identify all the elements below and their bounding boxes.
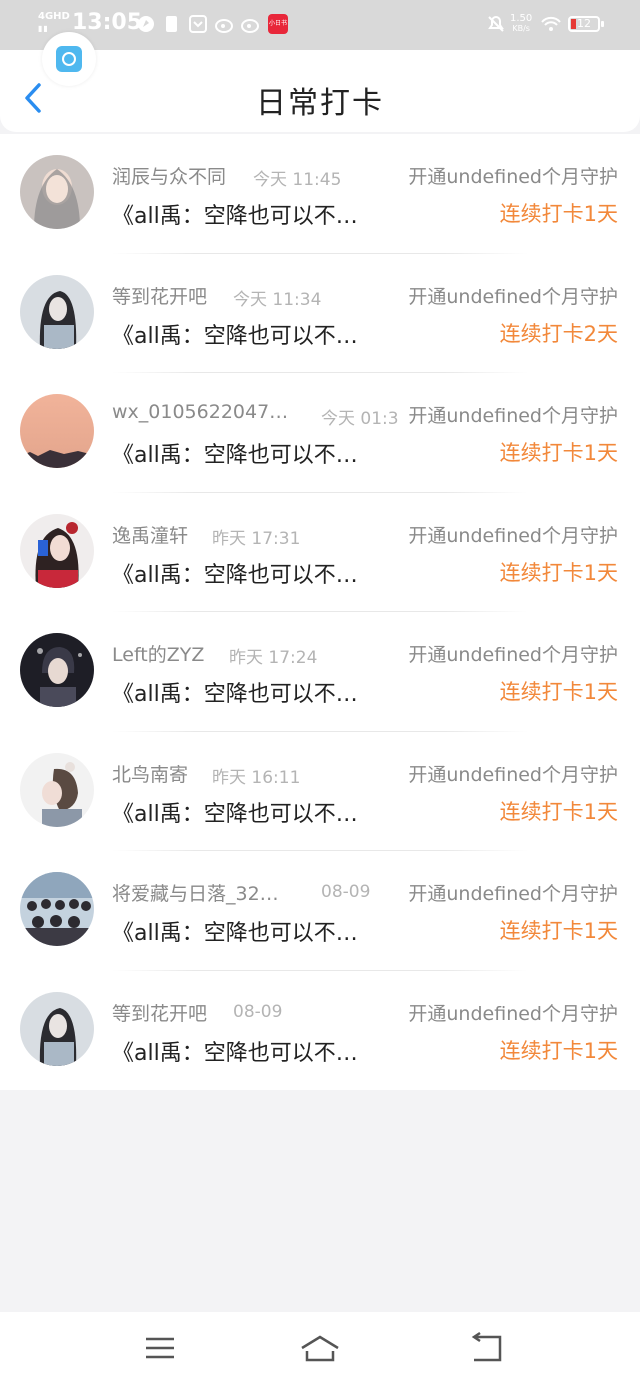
page-title: 日常打卡	[256, 86, 384, 121]
guard-status: 开通undefined个月守护	[408, 883, 618, 905]
home-icon	[301, 1335, 339, 1362]
xiaohongshu-icon: 小日书	[268, 14, 288, 34]
message-preview: 《all禹：空降也可以不…	[112, 204, 358, 229]
speed-value: 1.50	[510, 13, 533, 24]
checkin-time: 08-09	[233, 1001, 283, 1022]
avatar[interactable]	[20, 991, 94, 1066]
weibo-icon	[214, 14, 234, 34]
header-bar: 日常打卡	[0, 50, 640, 132]
home-button[interactable]	[300, 1330, 340, 1366]
message-preview: 《all禹：空降也可以不…	[112, 443, 358, 468]
list-item[interactable]: 润辰与众不同 今天 11:45 开通undefined个月守护 《all禹：空降…	[0, 134, 640, 254]
avatar[interactable]	[20, 633, 94, 707]
menu-button[interactable]	[140, 1330, 180, 1366]
list-item[interactable]: 北鸟南寄 昨天 16:11 开通undefined个月守护 《all禹：空降也可…	[0, 732, 640, 851]
list-item[interactable]: 将爱藏与日落_32… 08-09 开通undefined个月守护 《all禹：空…	[0, 851, 640, 971]
back-arrow-icon	[471, 1331, 502, 1362]
message-preview: 《all禹：空降也可以不…	[112, 323, 358, 349]
streak-label: 连续打卡1天	[499, 680, 618, 704]
checkin-list: 润辰与众不同 今天 11:45 开通undefined个月守护 《all禹：空降…	[0, 134, 640, 1090]
avatar[interactable]	[20, 155, 94, 229]
battery-icon: 12	[568, 16, 604, 32]
app-notify-icon	[188, 14, 208, 34]
speedometer-icon	[56, 46, 82, 72]
signal-indicator: 4GHD ▮▮	[38, 12, 70, 34]
guard-status: 开通undefined个月守护	[408, 285, 618, 308]
wifi-icon	[540, 14, 561, 34]
streak-label: 连续打卡1天	[499, 919, 618, 943]
back-nav-button[interactable]	[466, 1330, 506, 1366]
guard-status: 开通undefined个月守护	[408, 524, 618, 547]
net-speed: 1.50 KB/s	[510, 14, 532, 34]
message-preview: 《all禹：空降也可以不…	[112, 1040, 358, 1066]
streak-label: 连续打卡2天	[499, 321, 618, 346]
avatar[interactable]	[20, 274, 94, 349]
streak-label: 连续打卡1天	[499, 1038, 618, 1063]
sim-icon	[164, 14, 184, 34]
system-nav-bar	[0, 1312, 640, 1387]
avatar[interactable]	[20, 872, 94, 946]
floating-assistant-button[interactable]	[42, 32, 96, 86]
message-preview: 《all禹：空降也可以不…	[112, 682, 358, 707]
guard-status: 开通undefined个月守护	[408, 166, 618, 188]
list-item[interactable]: wx_0105622047… 今天 01:3 开通undefined个月守护 《…	[0, 373, 640, 493]
battery-level: 12	[577, 17, 591, 30]
compass-icon	[136, 14, 156, 34]
menu-icon	[146, 1337, 174, 1359]
checkin-time: 今天 01:3	[321, 409, 399, 429]
clock: 13:05	[72, 10, 143, 35]
checkin-time: 今天 11:45	[253, 170, 342, 190]
message-preview: 《all禹：空降也可以不…	[112, 801, 358, 827]
mute-icon	[486, 14, 506, 34]
weibo-icon-2	[240, 14, 260, 34]
guard-status: 开通undefined个月守护	[408, 644, 618, 666]
list-item[interactable]: 逸禹潼轩 昨天 17:31 开通undefined个月守护 《all禹：空降也可…	[0, 493, 640, 612]
list-item[interactable]: Left的ZYZ 昨天 17:24 开通undefined个月守护 《all禹：…	[0, 612, 640, 732]
status-bar: 4GHD ▮▮ 13:05 小日书 1.50 KB/s 12	[0, 0, 640, 50]
avatar[interactable]	[20, 394, 94, 468]
guard-status: 开通undefined个月守护	[408, 763, 618, 786]
avatar[interactable]	[20, 752, 94, 827]
streak-label: 连续打卡1天	[499, 441, 618, 465]
network-type: 4GHD	[38, 11, 70, 22]
list-item[interactable]: 等到花开吧 08-09 开通undefined个月守护 《all禹：空降也可以不…	[0, 971, 640, 1091]
guard-status: 开通undefined个月守护	[408, 405, 618, 427]
streak-label: 连续打卡1天	[499, 560, 618, 585]
checkin-time: 昨天 17:24	[229, 648, 318, 668]
user-name: 将爱藏与日落_32…	[112, 883, 279, 905]
checkin-time: 昨天 17:31	[212, 528, 301, 549]
list-item[interactable]: 等到花开吧 今天 11:34 开通undefined个月守护 《all禹：空降也…	[0, 254, 640, 373]
message-preview: 《all禹：空降也可以不…	[112, 921, 358, 946]
checkin-time: 今天 11:34	[233, 289, 322, 310]
avatar[interactable]	[20, 513, 94, 588]
guard-status: 开通undefined个月守护	[408, 1002, 618, 1025]
checkin-time: 昨天 16:11	[212, 767, 301, 788]
speed-unit: KB/s	[512, 24, 530, 33]
checkin-time: 08-09	[321, 882, 371, 902]
message-preview: 《all禹：空降也可以不…	[112, 562, 358, 588]
user-name: wx_0105622047…	[112, 401, 289, 423]
streak-label: 连续打卡1天	[499, 202, 618, 226]
streak-label: 连续打卡1天	[499, 799, 618, 824]
